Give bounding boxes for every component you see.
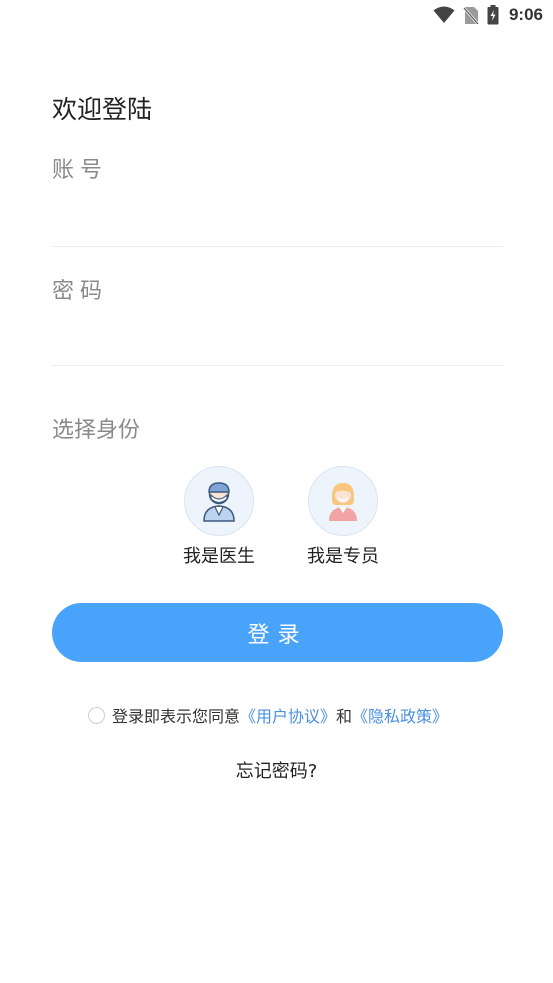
battery-charging-icon xyxy=(487,5,499,25)
role-specialist-option[interactable]: 我是专员 xyxy=(300,466,386,568)
privacy-policy-link[interactable]: 《隐私政策》 xyxy=(352,703,448,727)
page-title: 欢迎登陆 xyxy=(52,95,153,124)
identity-title: 选择身份 xyxy=(52,418,141,443)
forgot-password-link[interactable]: 忘记密码? xyxy=(0,757,553,783)
agreement-checkbox[interactable] xyxy=(88,706,105,724)
role-specialist-label: 我是专员 xyxy=(307,546,379,567)
account-label: 账号 xyxy=(52,158,109,183)
wifi-icon xyxy=(433,6,455,23)
account-underline xyxy=(52,246,503,247)
status-bar: 9:06 xyxy=(0,0,553,30)
account-field[interactable]: 账号 xyxy=(52,152,503,247)
password-input[interactable] xyxy=(52,305,503,345)
agreement-row: 登录即表示您同意 《用户协议》 和 《隐私政策》 xyxy=(88,703,448,727)
agreement-prefix: 登录即表示您同意 xyxy=(112,707,241,726)
account-input[interactable] xyxy=(52,184,503,224)
password-field[interactable]: 密码 xyxy=(52,273,503,366)
status-icons: 9:06 xyxy=(433,4,543,26)
no-sim-icon xyxy=(463,6,479,25)
login-button[interactable]: 登录 xyxy=(52,603,503,662)
role-doctor-label: 我是医生 xyxy=(183,546,255,567)
password-label: 密码 xyxy=(52,279,109,304)
status-time: 9:06 xyxy=(508,5,543,24)
specialist-avatar-icon[interactable] xyxy=(308,466,378,536)
user-agreement-link[interactable]: 《用户协议》 xyxy=(240,703,336,727)
role-doctor-option[interactable]: 我是医生 xyxy=(176,466,262,568)
password-underline xyxy=(52,365,503,366)
agreement-connector: 和 xyxy=(336,707,353,726)
doctor-avatar-icon[interactable] xyxy=(184,466,254,536)
role-options: 我是医生 我是专员 xyxy=(176,466,386,568)
